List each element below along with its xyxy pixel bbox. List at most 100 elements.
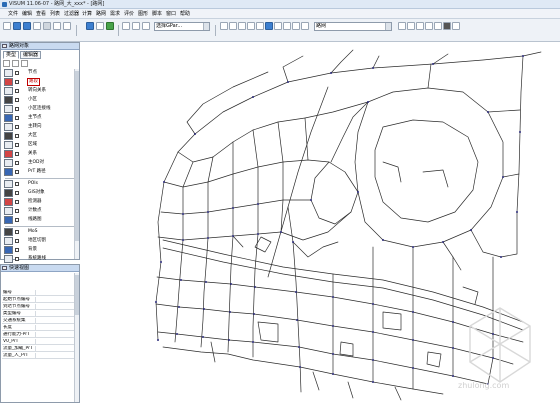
layer-scroll-thumb[interactable]: [75, 71, 79, 241]
layer-visibility-checkbox[interactable]: [15, 230, 19, 234]
layer-row[interactable]: 节点: [3, 69, 76, 77]
attribute-row[interactable]: 到达节点编号: [2, 304, 74, 310]
menu-scripts[interactable]: 脚本: [152, 10, 162, 18]
menu-help[interactable]: 帮助: [180, 10, 190, 18]
attribute-row[interactable]: 起始节点编号: [2, 297, 74, 303]
menu-demand[interactable]: 需求: [110, 10, 120, 18]
layer-row[interactable]: 大区: [3, 132, 76, 140]
layer-visibility-checkbox[interactable]: [15, 152, 19, 156]
table-icon[interactable]: [407, 22, 415, 30]
layer-row[interactable]: 计数点: [3, 207, 76, 215]
layer-visibility-checkbox[interactable]: [15, 182, 19, 186]
layer-row[interactable]: PrT 路径: [3, 168, 76, 176]
menu-edit[interactable]: 编辑: [22, 10, 32, 18]
layer-visibility-checkbox[interactable]: [15, 125, 19, 129]
zoom-all-icon[interactable]: [265, 22, 273, 30]
legend-icon[interactable]: [132, 22, 140, 30]
layer-scrollbar[interactable]: [74, 69, 79, 259]
refresh-icon[interactable]: [274, 22, 282, 30]
graphics-params-combo[interactable]: 选择GPar...: [154, 22, 210, 31]
layer-visibility-checkbox[interactable]: [15, 89, 19, 93]
open-icon[interactable]: [13, 22, 21, 30]
search-icon[interactable]: [292, 22, 300, 30]
matrix-icon[interactable]: [425, 22, 433, 30]
layer-visibility-checkbox[interactable]: [15, 248, 19, 252]
list-icon[interactable]: [86, 22, 94, 30]
layer-row[interactable]: 关系: [3, 150, 76, 158]
attribute-row[interactable]: 流量_人_PrT: [2, 353, 74, 359]
layer-visibility-checkbox[interactable]: [15, 143, 19, 147]
mode-combo[interactable]: 路网: [314, 22, 392, 31]
layer-visibility-checkbox[interactable]: [15, 71, 19, 75]
attribute-row[interactable]: 通行能力-PrT: [2, 332, 74, 338]
menu-file[interactable]: 文件: [8, 10, 18, 18]
menu-view[interactable]: 查看: [36, 10, 46, 18]
attribute-row[interactable]: 编号: [2, 290, 74, 296]
attribute-row[interactable]: 流量_加载_PrT: [2, 346, 74, 352]
grid-icon[interactable]: [398, 22, 406, 30]
layer-visibility-checkbox[interactable]: [15, 239, 19, 243]
options-icon[interactable]: [434, 22, 442, 30]
layer-row[interactable]: 转向关系: [3, 87, 76, 95]
layer-visibility-checkbox[interactable]: [15, 98, 19, 102]
layer-visibility-checkbox[interactable]: [15, 200, 19, 204]
layer-visibility-checkbox[interactable]: [15, 134, 19, 138]
pin-icon[interactable]: [2, 44, 7, 48]
new-icon[interactable]: [3, 22, 11, 30]
tab-types[interactable]: 类型: [3, 51, 20, 59]
layer-row[interactable]: 路段: [3, 78, 76, 86]
layer-visibility-checkbox[interactable]: [15, 191, 19, 195]
layer-row[interactable]: POIs: [3, 180, 76, 188]
tab-editor[interactable]: 编辑器: [20, 51, 42, 59]
move-icon[interactable]: [3, 60, 10, 67]
layer-row[interactable]: MoS: [3, 228, 76, 236]
layer-visibility-checkbox[interactable]: [15, 257, 19, 261]
layer-row[interactable]: 系统路线: [3, 255, 76, 263]
layer-row[interactable]: 主OD对: [3, 159, 76, 167]
menu-window[interactable]: 窗口: [166, 10, 176, 18]
graphic-params-icon[interactable]: [122, 22, 130, 30]
color-icon[interactable]: [443, 22, 451, 30]
undo-icon[interactable]: [53, 22, 61, 30]
layer-visibility-checkbox[interactable]: [15, 209, 19, 213]
layer-visibility-checkbox[interactable]: [15, 218, 19, 222]
filter-icon[interactable]: [96, 22, 104, 30]
add-icon[interactable]: [21, 60, 28, 67]
layer-visibility-checkbox[interactable]: [15, 170, 19, 174]
zoom-window-icon[interactable]: [238, 22, 246, 30]
layer-row[interactable]: 地区切割: [3, 237, 76, 245]
menu-network[interactable]: 路网: [96, 10, 106, 18]
layer-row[interactable]: 区域: [3, 141, 76, 149]
menu-filters[interactable]: 过滤器: [64, 10, 79, 18]
menu-graphics[interactable]: 图形: [138, 10, 148, 18]
measure-icon[interactable]: [283, 22, 291, 30]
print-icon[interactable]: [33, 22, 41, 30]
save-icon[interactable]: [23, 22, 31, 30]
layer-row[interactable]: 检测器: [3, 198, 76, 206]
layer-visibility-checkbox[interactable]: [15, 116, 19, 120]
pan-icon[interactable]: [247, 22, 255, 30]
layer-visibility-checkbox[interactable]: [15, 161, 19, 165]
quick-view-scroll-thumb[interactable]: [75, 275, 79, 315]
layer-visibility-checkbox[interactable]: [15, 107, 19, 111]
pin-icon[interactable]: [2, 266, 7, 270]
menu-calculate[interactable]: 计算: [82, 10, 92, 18]
run-icon[interactable]: [106, 22, 114, 30]
attribute-row[interactable]: 类型编号: [2, 311, 74, 317]
attribute-row[interactable]: 长度: [2, 325, 74, 331]
select-rect-icon[interactable]: [12, 60, 19, 67]
select-icon[interactable]: [301, 22, 309, 30]
layer-row[interactable]: GIS对象: [3, 189, 76, 197]
zoom-in-icon[interactable]: [220, 22, 228, 30]
zoom-previous-icon[interactable]: [256, 22, 264, 30]
attribute-row[interactable]: 交通系统集: [2, 318, 74, 324]
chart-icon[interactable]: [416, 22, 424, 30]
quick-view-scrollbar[interactable]: [74, 273, 79, 402]
cut-icon[interactable]: [43, 22, 51, 30]
menu-lists[interactable]: 列表: [50, 10, 60, 18]
info-icon[interactable]: [452, 22, 460, 30]
layout-icon[interactable]: [142, 22, 150, 30]
redo-icon[interactable]: [63, 22, 71, 30]
layer-row[interactable]: 线路图: [3, 216, 76, 224]
layer-visibility-checkbox[interactable]: [15, 80, 19, 84]
